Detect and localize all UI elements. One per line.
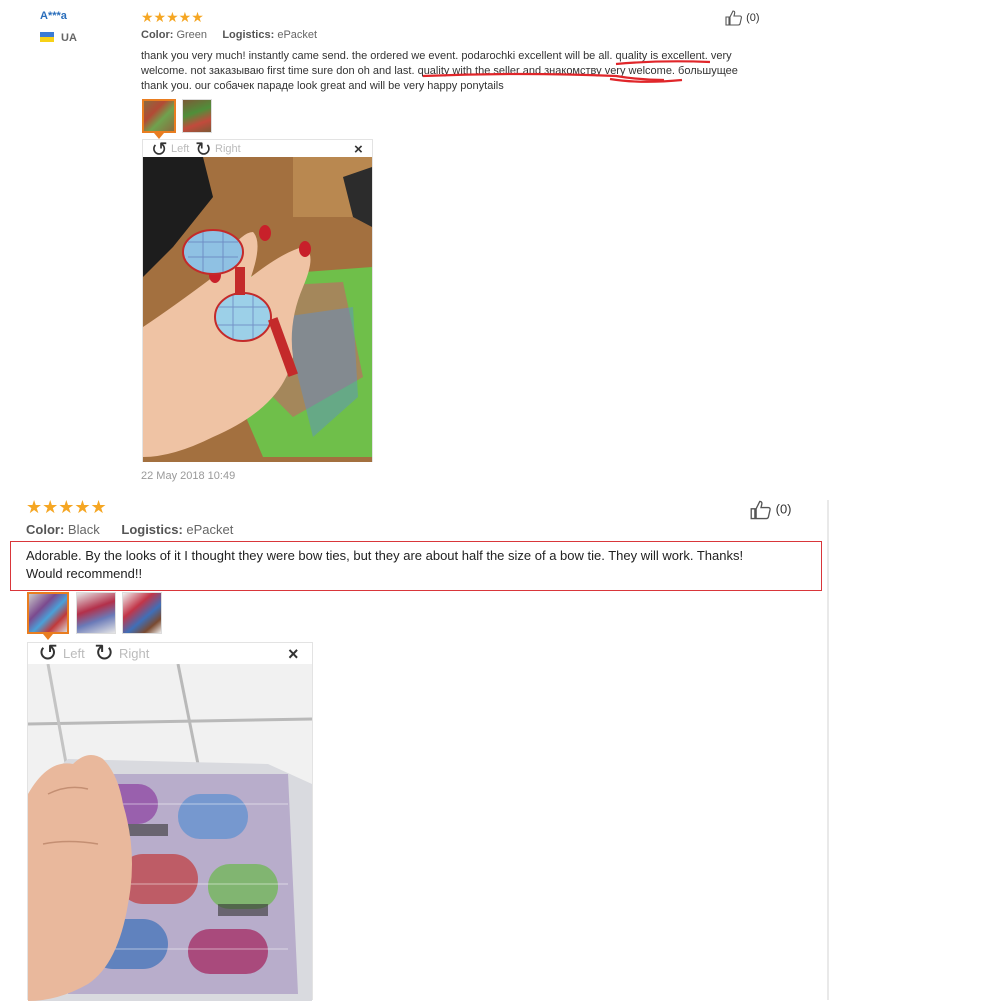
review-date: 22 May 2018 10:49 (141, 470, 236, 482)
close-icon[interactable]: × (354, 141, 363, 158)
review-photo-thumbnail[interactable] (182, 99, 212, 133)
review-photo-thumbnail[interactable] (27, 592, 69, 634)
highlight-marks (422, 60, 711, 83)
rotate-left-label[interactable]: Left (171, 143, 189, 155)
review-text: Adorable. By the looks of it I thought t… (26, 547, 816, 583)
rotate-right-label[interactable]: Right (119, 646, 149, 661)
helpful-button[interactable]: (0) (750, 500, 792, 520)
thumbs-up-icon (750, 500, 776, 520)
logistics-label: Logistics: (121, 522, 183, 537)
helpful-count: (0) (775, 501, 792, 517)
color-label: Color: (26, 522, 65, 537)
star-rating: ★★★★★ (26, 497, 107, 517)
rotate-left-label[interactable]: Left (63, 646, 85, 661)
review-divider (827, 500, 829, 1000)
rotate-right-label[interactable]: Right (215, 143, 241, 155)
photo-viewer: ↺ Left ↻ Right × (142, 139, 373, 462)
review-photo (143, 157, 372, 462)
review-meta: Color: Black Logistics: ePacket (26, 522, 233, 537)
rotate-left-icon[interactable]: ↺ (38, 642, 58, 666)
color-value: Black (67, 522, 100, 537)
review-photo (28, 664, 312, 1001)
review-text-line: Adorable. By the looks of it I thought t… (26, 548, 744, 563)
close-icon[interactable]: × (288, 644, 299, 665)
review-photo-thumbnail[interactable] (76, 592, 116, 634)
review-text-line: Would recommend!! (26, 566, 143, 581)
review-photo-thumbnail[interactable] (142, 99, 176, 133)
logistics-value: ePacket (186, 522, 234, 537)
rotate-right-icon[interactable]: ↻ (94, 642, 114, 666)
review-photo-thumbnail[interactable] (122, 592, 162, 634)
photo-viewer: ↺ Left ↻ Right × (27, 642, 313, 1001)
